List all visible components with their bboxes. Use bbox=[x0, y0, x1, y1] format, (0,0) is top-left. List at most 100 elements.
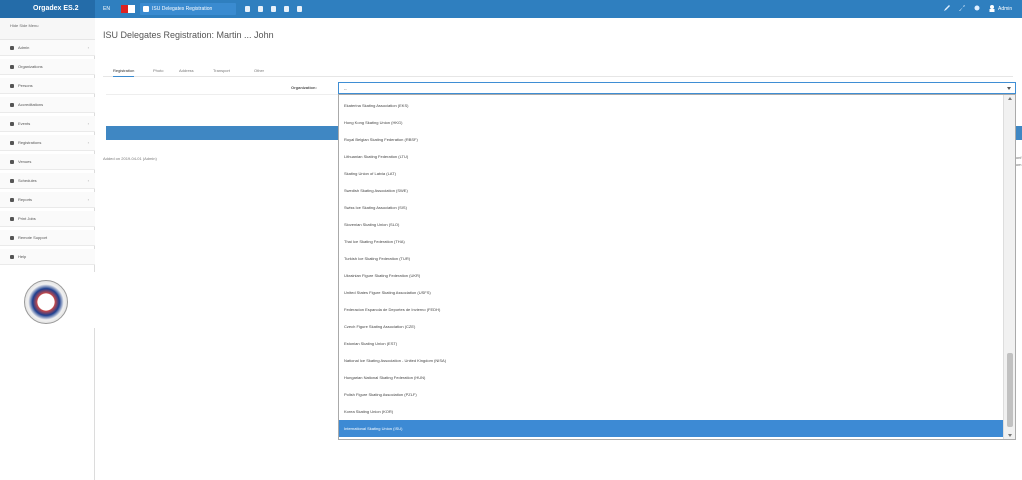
organization-select[interactable]: -- bbox=[338, 82, 1016, 94]
organization-dropdown-list[interactable]: Ekaterina Skating Association (EKS) Hong … bbox=[338, 94, 1016, 440]
dropdown-option[interactable]: Skating Union of Latvia (LAT) bbox=[339, 165, 1004, 182]
dropdown-option[interactable]: Czech Figure Skating Association (CZE) bbox=[339, 318, 1004, 335]
chevron-right-icon: › bbox=[87, 178, 89, 183]
divider bbox=[106, 94, 338, 95]
sidebar-item-label: Registrations bbox=[18, 140, 42, 145]
sidebar-item-label: Schedules bbox=[18, 178, 37, 183]
clock-icon bbox=[10, 179, 14, 183]
print-icon bbox=[10, 217, 14, 221]
dropdown-scrollbar[interactable] bbox=[1003, 95, 1015, 439]
delete-icon[interactable] bbox=[284, 6, 289, 12]
sidebar-item[interactable]: Accreditations bbox=[0, 97, 95, 113]
sidebar-item-label: Admin bbox=[18, 45, 30, 50]
sidebar-item[interactable]: Registrations › bbox=[0, 135, 95, 151]
tab-registration[interactable]: Registration bbox=[113, 67, 135, 77]
person-icon bbox=[10, 84, 14, 88]
tab-address[interactable]: Address bbox=[179, 67, 194, 77]
flag-icon[interactable] bbox=[121, 5, 135, 13]
user-name[interactable]: Admin bbox=[998, 0, 1012, 18]
dropdown-option[interactable]: Swedish Skating Association (SWE) bbox=[339, 182, 1004, 199]
chevron-right-icon: › bbox=[87, 140, 89, 145]
tab-transport[interactable]: Transport bbox=[213, 67, 230, 77]
chevron-right-icon: › bbox=[87, 45, 89, 50]
sidebar-item-label: Events bbox=[18, 121, 31, 126]
chevron-right-icon: › bbox=[87, 121, 89, 126]
organization-select-value: -- bbox=[344, 86, 347, 91]
sidebar-item[interactable]: Organizations bbox=[0, 59, 95, 75]
monitor-icon bbox=[10, 236, 14, 240]
dropdown-option[interactable]: Thai Ice Skating Federation (THA) bbox=[339, 233, 1004, 250]
building-icon bbox=[10, 65, 14, 69]
isu-seal-logo bbox=[24, 280, 68, 324]
dropdown-option[interactable]: Slovenian Skating Union (SLO) bbox=[339, 216, 1004, 233]
organization-label: Organization: bbox=[291, 85, 317, 90]
edit-icon[interactable] bbox=[271, 6, 276, 12]
pin-icon bbox=[10, 160, 14, 164]
scrollbar-thumb[interactable] bbox=[1007, 353, 1013, 427]
scroll-down-icon[interactable] bbox=[1008, 434, 1012, 437]
sidebar-item[interactable]: Help bbox=[0, 249, 95, 265]
dropdown-option[interactable]: Swiss Ice Skating Association (SIS) bbox=[339, 199, 1004, 216]
open-tab-label: ISU Delegates Registration bbox=[152, 6, 213, 12]
dropdown-option[interactable]: Korea Skating Union (KOR) bbox=[339, 403, 1004, 420]
sidebar-item[interactable]: Print Jobs bbox=[0, 211, 95, 227]
dropdown-option[interactable]: Federacion Espanola de Deportes de Invie… bbox=[339, 301, 1004, 318]
sidebar-item[interactable]: Admin › bbox=[0, 40, 95, 56]
open-tab-delegates[interactable]: ISU Delegates Registration bbox=[140, 3, 236, 15]
tab-photo[interactable]: Photo bbox=[153, 67, 163, 77]
app-brand[interactable]: Orgadex ES.2 bbox=[0, 0, 95, 18]
sidebar-item-label: Print Jobs bbox=[18, 216, 36, 221]
sidebar: Hide Side Menu Admin › Organizations Person… bbox=[0, 18, 95, 480]
form-tabs: Registration Photo Address Transport Oth… bbox=[103, 67, 1013, 77]
dropdown-option[interactable]: Polish Figure Skating Association (PZLF) bbox=[339, 386, 1004, 403]
chevron-down-icon bbox=[1007, 87, 1011, 90]
dropdown-option[interactable]: Estonian Skating Union (EST) bbox=[339, 335, 1004, 352]
card-icon bbox=[10, 103, 14, 107]
wrench-icon[interactable] bbox=[958, 4, 966, 12]
sidebar-toggle-label: Hide Side Menu bbox=[10, 23, 39, 28]
sidebar-item[interactable]: Schedules › bbox=[0, 173, 95, 189]
window-icon bbox=[143, 6, 149, 12]
dropdown-option[interactable]: United States Figure Skating Association… bbox=[339, 284, 1004, 301]
section-header-bar bbox=[106, 126, 338, 140]
organization-logo bbox=[0, 272, 95, 328]
dropdown-option[interactable]: Lithuanian Skating Federation (LTU) bbox=[339, 148, 1004, 165]
chart-icon bbox=[10, 198, 14, 202]
sidebar-item[interactable]: Persons bbox=[0, 78, 95, 94]
dropdown-option[interactable]: National Ice Skating Association - Unite… bbox=[339, 352, 1004, 369]
sidebar-item-label: Accreditations bbox=[18, 102, 44, 107]
back-icon[interactable] bbox=[297, 6, 302, 12]
dropdown-option-selected[interactable]: International Skating Union (ISU) bbox=[339, 420, 1004, 437]
dropdown-option[interactable]: Ukrainian Figure Skating Federation (UKR… bbox=[339, 267, 1004, 284]
user-icon bbox=[10, 46, 14, 50]
tab-other[interactable]: Other bbox=[254, 67, 264, 77]
edit-pencil-icon[interactable] bbox=[943, 4, 951, 12]
dropdown-option[interactable]: Royal Belgian Skating Federation (RBSF) bbox=[339, 131, 1004, 148]
chevron-right-icon: › bbox=[87, 197, 89, 202]
record-info: Added on 2019-04-01 (Admin) bbox=[103, 156, 157, 161]
dropdown-option[interactable]: Ekaterina Skating Association (EKS) bbox=[339, 97, 1004, 114]
sidebar-item-label: Venues bbox=[18, 159, 32, 164]
help-icon bbox=[10, 255, 14, 259]
save-icon[interactable] bbox=[245, 6, 250, 12]
language-selector[interactable]: EN bbox=[103, 0, 110, 18]
sidebar-item[interactable]: Events › bbox=[0, 116, 95, 132]
sidebar-item-label: Persons bbox=[18, 83, 33, 88]
calendar-icon bbox=[10, 122, 14, 126]
top-navbar: Orgadex ES.2 EN ISU Delegates Registrati… bbox=[0, 0, 1022, 18]
dropdown-option[interactable]: International Ice Hockey Federation (IIH… bbox=[339, 437, 1004, 439]
sidebar-item[interactable]: Reports › bbox=[0, 192, 95, 208]
sidebar-item[interactable]: Venues bbox=[0, 154, 95, 170]
sidebar-toggle[interactable]: Hide Side Menu bbox=[0, 18, 95, 40]
sidebar-item[interactable]: Remote Support bbox=[0, 230, 95, 246]
dropdown-option[interactable]: Turkish Ice Skating Federation (TUR) bbox=[339, 250, 1004, 267]
copy-icon[interactable] bbox=[258, 6, 263, 12]
scroll-up-icon[interactable] bbox=[1008, 97, 1012, 100]
page-title: ISU Delegates Registration: Martin ... J… bbox=[103, 30, 274, 40]
list-icon bbox=[10, 141, 14, 145]
user-icon[interactable] bbox=[988, 4, 996, 12]
dropdown-option[interactable]: Hungarian National Skating Federation (H… bbox=[339, 369, 1004, 386]
settings-icon[interactable] bbox=[973, 4, 981, 12]
dropdown-option[interactable]: Hong Kong Skating Union (HKG) bbox=[339, 114, 1004, 131]
sidebar-item-label: Reports bbox=[18, 197, 33, 202]
